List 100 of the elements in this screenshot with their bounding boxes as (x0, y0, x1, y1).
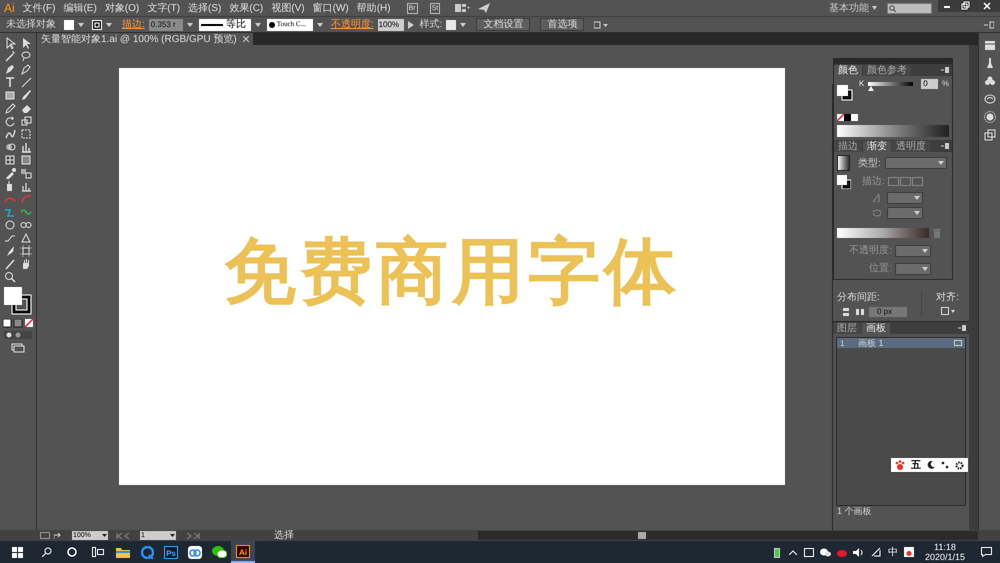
fill-stroke-swatches-icon[interactable] (837, 174, 851, 188)
fill-stroke-swatches-icon[interactable] (837, 85, 853, 101)
mesh-icon[interactable] (4, 154, 16, 166)
sun-icon[interactable] (984, 111, 996, 123)
eyedropper-icon[interactable] (4, 167, 16, 179)
punctuation-icon[interactable] (941, 461, 949, 469)
cortana-icon[interactable] (67, 547, 77, 557)
battery-icon[interactable] (774, 546, 780, 558)
menu-item[interactable]: 编辑(E) (59, 0, 101, 16)
taskbar-app-button[interactable]: Ai (231, 541, 255, 563)
pen-icon[interactable] (4, 63, 16, 75)
chat-bubbles-icon[interactable] (820, 548, 831, 556)
chart-icon[interactable] (20, 180, 32, 192)
input-language-indicator[interactable]: 中 (888, 544, 898, 560)
panel-menu-icon[interactable] (594, 20, 608, 28)
gradient-icon[interactable] (20, 154, 32, 166)
stroke-weight-field[interactable]: 0.353 r (148, 18, 183, 30)
club-icon[interactable] (984, 75, 996, 87)
scale-icon[interactable] (20, 115, 32, 127)
opacity-dropdown[interactable] (895, 244, 931, 256)
taskbar-app-button[interactable]: Ps (159, 541, 183, 563)
opacity-field[interactable]: 100% (378, 18, 404, 30)
input-mode-button[interactable]: 五 (911, 458, 921, 472)
scrollbar-thumb[interactable] (638, 532, 646, 539)
panel-tab[interactable]: 颜色参考 (863, 65, 911, 76)
color-mode-icon[interactable] (3, 319, 33, 328)
document-tab[interactable]: 矢量智能对象1.ai @ 100% (RGB/GPU 预览) (37, 33, 253, 45)
panel-menu-icon[interactable] (941, 143, 949, 149)
line-icon[interactable] (20, 76, 32, 88)
pencil-icon[interactable] (4, 102, 16, 114)
panel-tab[interactable]: 描边 (834, 141, 862, 152)
toolbar-button[interactable]: 文档设置 (476, 18, 530, 31)
shape-builder-icon[interactable] (4, 141, 16, 153)
angle-dropdown[interactable] (887, 192, 923, 204)
windows-logo-icon[interactable] (12, 546, 23, 558)
style-swatch[interactable] (446, 20, 456, 30)
panel-menu-icon[interactable] (958, 325, 966, 331)
stroke-label[interactable]: 描边: (122, 17, 145, 32)
align-to-icon[interactable] (940, 307, 955, 315)
layers-copy-icon[interactable] (984, 129, 996, 141)
stroke-swatch-icon[interactable] (92, 20, 102, 30)
fill-swatch[interactable] (64, 20, 74, 30)
pen-icon[interactable] (20, 63, 32, 75)
share-icon[interactable] (54, 532, 62, 539)
zoom-icon[interactable] (4, 271, 16, 283)
blend-icon[interactable] (20, 167, 32, 179)
rotate-icon[interactable] (4, 115, 16, 127)
paper-plane-icon[interactable] (478, 3, 490, 13)
warp-icon[interactable] (4, 128, 16, 140)
speaker-icon[interactable] (852, 548, 864, 556)
pointer-icon[interactable] (4, 37, 16, 49)
menu-item[interactable]: 对象(O) (100, 0, 144, 16)
fill-stroke-swatches-icon[interactable] (4, 287, 32, 315)
glasses-icon[interactable] (20, 219, 32, 231)
moon-icon[interactable] (927, 461, 935, 469)
text-tool-icon[interactable] (4, 76, 16, 88)
distribute-vertical-icon[interactable] (841, 307, 851, 317)
artboard-options-icon[interactable] (954, 340, 962, 346)
artboard-icon[interactable] (20, 245, 32, 257)
pointer-icon[interactable] (20, 37, 32, 49)
swatches-icon[interactable] (984, 39, 996, 51)
screen-mode-icon[interactable] (11, 343, 25, 353)
knife-icon[interactable] (4, 245, 16, 257)
menu-item[interactable]: 选择(S) (184, 0, 226, 16)
minimize-icon[interactable] (938, 0, 956, 12)
channel-value-field[interactable]: 0 (921, 79, 938, 89)
swatch-presets-icon[interactable] (837, 114, 859, 121)
toolbar-button[interactable]: 首选项 (540, 18, 584, 31)
search-icon[interactable] (42, 547, 52, 557)
wand-icon[interactable] (4, 50, 16, 62)
artboard-row[interactable]: 1 画板 1 (837, 338, 965, 348)
chart-icon[interactable] (20, 141, 32, 153)
panel-tab[interactable]: 渐变 (863, 141, 891, 152)
opacity-label[interactable]: 不透明度: (330, 17, 374, 32)
eraser-icon[interactable] (20, 102, 32, 114)
workspace-switcher[interactable]: 基本功能 (829, 0, 872, 16)
gradient-preview[interactable] (837, 155, 850, 171)
vertical-scrollbar[interactable] (969, 45, 978, 530)
circle-icon[interactable] (4, 219, 16, 231)
hand-icon[interactable] (20, 258, 32, 270)
arrow-right-icon[interactable] (408, 20, 414, 28)
aspect-dropdown[interactable] (887, 207, 923, 219)
panel-menu-icon[interactable] (941, 67, 949, 73)
task-view-icon[interactable] (92, 547, 104, 557)
panel-tab[interactable]: 透明度 (892, 141, 930, 152)
panel-tab[interactable]: 图层 (833, 323, 861, 334)
slider-thumb-icon[interactable] (868, 86, 874, 91)
stroke-profile-dropdown[interactable]: 等比 (198, 18, 251, 30)
color-spectrum[interactable] (837, 125, 949, 137)
close-icon[interactable] (242, 36, 249, 42)
notification-icon[interactable] (981, 547, 992, 557)
menu-item[interactable]: 效果(C) (225, 0, 268, 16)
slice-icon[interactable] (4, 258, 16, 270)
panel-tab[interactable]: 画板 (862, 323, 890, 334)
panel-options-icon[interactable] (984, 20, 994, 28)
brush-icon[interactable] (20, 89, 32, 101)
distribute-horizontal-icon[interactable] (855, 307, 865, 317)
menu-item[interactable]: 视图(V) (267, 0, 309, 16)
horizontal-scrollbar[interactable] (478, 531, 978, 540)
lasso-icon[interactable] (20, 50, 32, 62)
